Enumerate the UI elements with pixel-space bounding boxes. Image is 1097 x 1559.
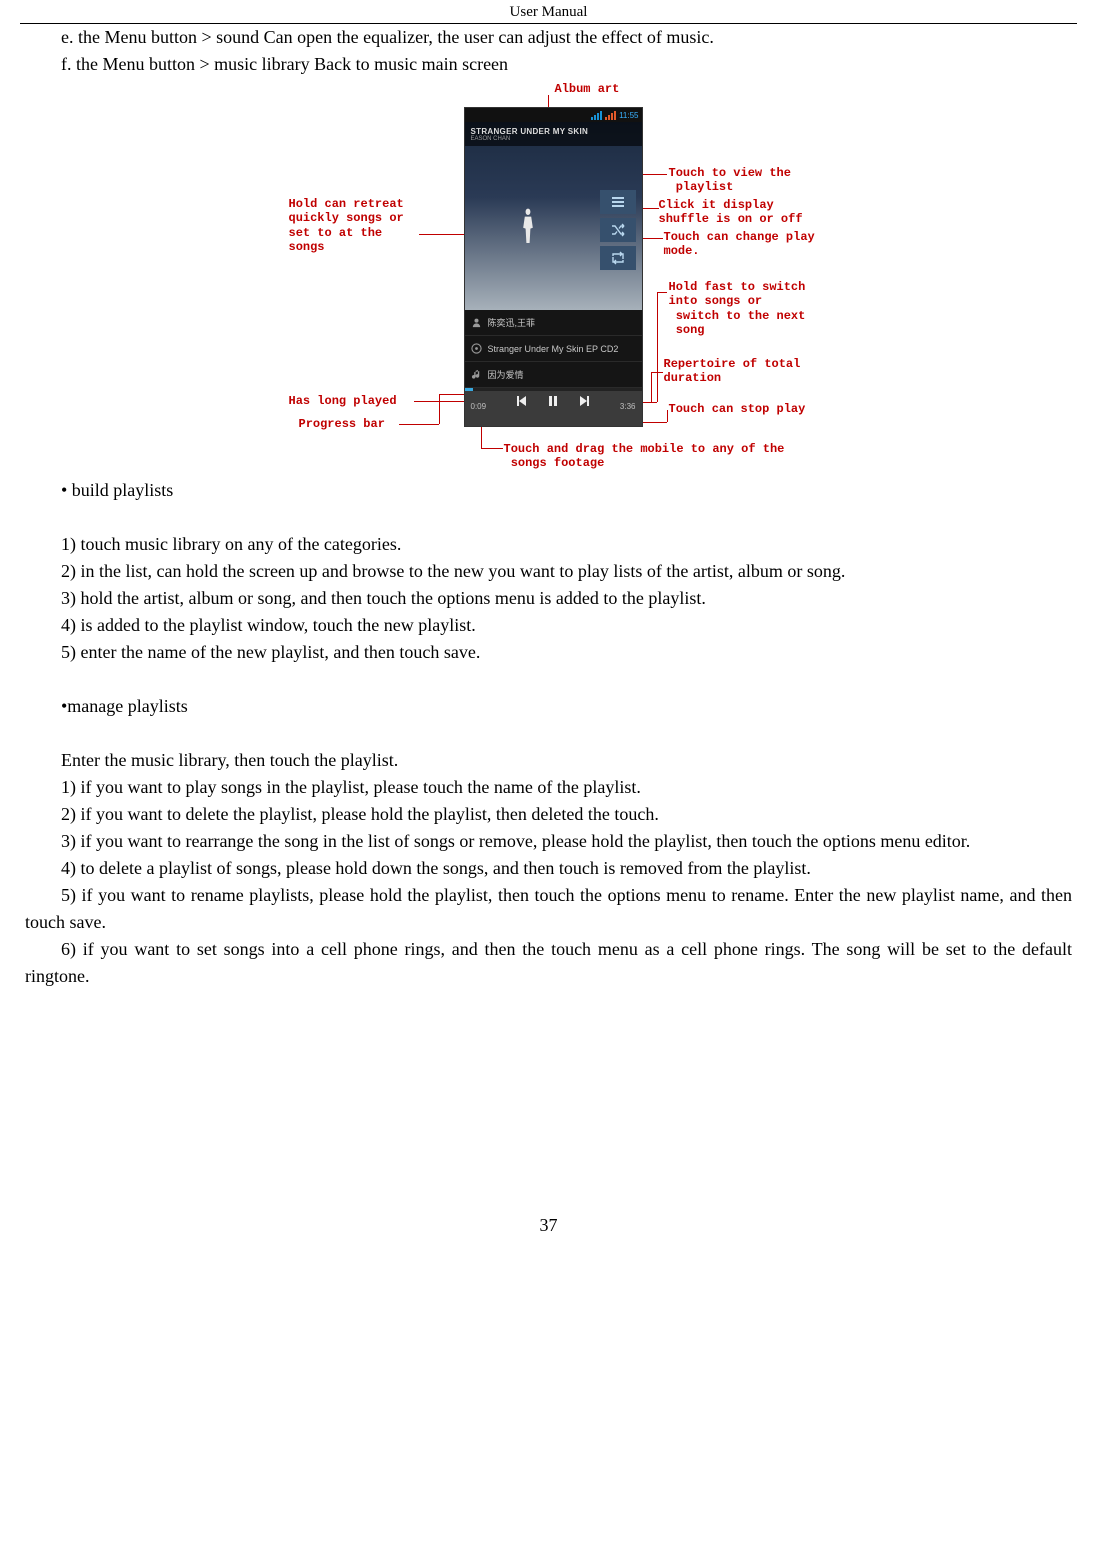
annot-total-duration: Repertoire of total duration: [664, 357, 801, 386]
annot-hold-fast: Hold fast to switch into songs or switch…: [669, 280, 806, 338]
player-controls: 0:09 3:36: [465, 388, 642, 426]
manage-4: 4) to delete a playlist of songs, please…: [25, 855, 1072, 882]
arrow-progress-2: [439, 394, 440, 424]
bullet-manage: •manage playlists: [25, 693, 1072, 720]
track-info: 陈奕迅,王菲 Stranger Under My Skin EP CD2 因为爱…: [465, 310, 642, 388]
repeat-icon: [610, 250, 626, 266]
silhouette-icon: [520, 207, 536, 247]
progress-fill: [465, 388, 474, 391]
annot-drag-footage: Touch and drag the mobile to any of the …: [504, 442, 785, 471]
info-album: Stranger Under My Skin EP CD2: [488, 344, 619, 354]
page-number: 37: [0, 1215, 1097, 1256]
annot-play-mode: Touch can change play mode.: [664, 230, 815, 259]
arrow-drag-1: [481, 448, 503, 449]
build-3: 3) hold the artist, album or song, and t…: [25, 585, 1072, 612]
arrow-stop-2: [667, 410, 668, 422]
info-song-row[interactable]: 因为爱情: [465, 362, 642, 388]
manage-intro: Enter the music library, then touch the …: [25, 747, 1072, 774]
info-artist: 陈奕迅,王菲: [488, 316, 536, 329]
arrow-progress-3: [439, 394, 467, 395]
skip-next-icon: [578, 394, 592, 408]
status-time: 11:55: [619, 111, 638, 120]
build-2: 2) in the list, can hold the screen up a…: [25, 558, 1072, 585]
list-icon: [610, 194, 626, 210]
arrow-total-2: [651, 372, 652, 402]
manage-5: 5) if you want to rename playlists, plea…: [25, 882, 1072, 936]
album-title: STRANGER UNDER MY SKIN: [471, 127, 642, 136]
arrow-hold-retreat: [419, 234, 464, 235]
info-album-row[interactable]: Stranger Under My Skin EP CD2: [465, 336, 642, 362]
annot-progress-bar: Progress bar: [299, 417, 385, 431]
page-header: User Manual: [20, 0, 1077, 24]
note-icon: [471, 369, 482, 380]
arrow-shuffle: [641, 208, 659, 209]
album-header: STRANGER UNDER MY SKIN EASON CHAN: [465, 122, 642, 146]
page: User Manual e. the Menu button > sound C…: [0, 0, 1097, 1256]
arrow-play-mode: [641, 238, 663, 239]
annot-shuffle: Click it display shuffle is on or off: [659, 198, 803, 227]
arrow-total-3: [651, 372, 663, 373]
arrow-view-playlist: [641, 174, 667, 175]
build-1: 1) touch music library on any of the cat…: [25, 531, 1072, 558]
playback-buttons: [514, 394, 592, 408]
build-5: 5) enter the name of the new playlist, a…: [25, 639, 1072, 666]
body-text: e. the Menu button > sound Can open the …: [0, 24, 1097, 78]
manage-2: 2) if you want to delete the playlist, p…: [25, 801, 1072, 828]
side-buttons: [600, 190, 636, 270]
manage-6: 6) if you want to set songs into a cell …: [25, 936, 1072, 990]
annot-has-long: Has long played: [289, 394, 397, 408]
build-4: 4) is added to the playlist window, touc…: [25, 612, 1072, 639]
view-playlist-button[interactable]: [600, 190, 636, 214]
phone-screenshot: 11:55 STRANGER UNDER MY SKIN EASON CHAN: [464, 107, 643, 427]
pause-icon: [546, 394, 560, 408]
line-e: e. the Menu button > sound Can open the …: [25, 24, 1072, 51]
person-icon: [471, 317, 482, 328]
shuffle-icon: [610, 222, 626, 238]
annotated-figure: Album art Hold can retreat quickly songs…: [269, 82, 829, 467]
line-f: f. the Menu button > music library Back …: [25, 51, 1072, 78]
disc-icon: [471, 343, 482, 354]
annot-hold-retreat: Hold can retreat quickly songs or set to…: [289, 197, 404, 255]
arrow-hold-fast-3: [657, 292, 667, 293]
skip-prev-icon: [514, 394, 528, 408]
annot-album-art: Album art: [555, 82, 620, 96]
annot-view-playlist: Touch to view the playlist: [669, 166, 791, 195]
manage-1: 1) if you want to play songs in the play…: [25, 774, 1072, 801]
progress-bar[interactable]: [465, 388, 642, 391]
next-button[interactable]: [578, 394, 592, 408]
repeat-button[interactable]: [600, 246, 636, 270]
figure-wrapper: Album art Hold can retreat quickly songs…: [0, 82, 1097, 467]
status-bar: 11:55: [465, 108, 642, 122]
info-artist-row[interactable]: 陈奕迅,王菲: [465, 310, 642, 336]
signal-icon: [591, 111, 602, 120]
arrow-hold-fast-2: [657, 292, 658, 402]
album-subtitle: EASON CHAN: [471, 136, 642, 142]
body-text-2: • build playlists 1) touch music library…: [0, 477, 1097, 990]
annot-stop-play: Touch can stop play: [669, 402, 806, 416]
shuffle-button[interactable]: [600, 218, 636, 242]
time-total: 3:36: [620, 402, 636, 411]
arrow-has-long: [414, 401, 466, 402]
signal-icon-2: [605, 111, 616, 120]
time-elapsed: 0:09: [471, 402, 487, 411]
info-song: 因为爱情: [488, 368, 524, 381]
bullet-build: • build playlists: [25, 477, 1072, 504]
album-art[interactable]: STRANGER UNDER MY SKIN EASON CHAN: [465, 122, 642, 310]
pause-button[interactable]: [546, 394, 560, 408]
prev-button[interactable]: [514, 394, 528, 408]
arrow-progress-1: [399, 424, 439, 425]
manage-3: 3) if you want to rearrange the song in …: [25, 828, 1072, 855]
